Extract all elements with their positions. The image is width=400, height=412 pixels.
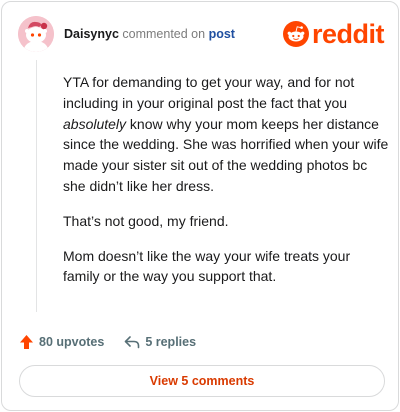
user-avatar[interactable] <box>18 16 54 52</box>
upvote-arrow-icon <box>20 335 33 349</box>
comment-actions: 80 upvotes 5 replies <box>19 333 196 351</box>
comment-body: YTA for demanding to get your way, and f… <box>63 72 389 301</box>
comment-paragraph-1: YTA for demanding to get your way, and f… <box>63 72 389 197</box>
view-comments-label: View 5 comments <box>149 374 255 388</box>
reply-icon <box>125 336 140 349</box>
thread-line[interactable] <box>36 60 37 312</box>
upvote-count: 80 upvotes <box>39 335 105 349</box>
reddit-brand[interactable]: reddit <box>282 19 385 49</box>
comment-paragraph-2: That’s not good, my friend. <box>63 212 229 229</box>
comment-paragraph-3: Mom doesn’t like the way your wife treat… <box>63 247 351 285</box>
comment-p1-emphasis: absolutely <box>63 115 127 132</box>
snoo-avatar-icon <box>18 16 54 52</box>
view-comments-button[interactable]: View 5 comments <box>19 365 385 397</box>
byline-action-text: commented on <box>122 27 206 41</box>
comment-card: Daisynyc commented on post reddit YTA fo… <box>1 1 399 411</box>
post-link[interactable]: post <box>209 27 235 41</box>
upvote-button[interactable]: 80 upvotes <box>19 334 104 350</box>
reddit-wordmark: reddit <box>311 19 385 49</box>
comment-header: Daisynyc commented on post reddit <box>18 16 385 56</box>
replies-button[interactable]: 5 replies <box>124 335 196 349</box>
byline: Daisynyc commented on post <box>64 27 235 41</box>
reddit-logo-icon <box>282 21 309 47</box>
username-link[interactable]: Daisynyc <box>64 27 119 41</box>
replies-count: 5 replies <box>145 335 197 349</box>
comment-p1-start: YTA for demanding to get your way, and f… <box>63 74 355 111</box>
